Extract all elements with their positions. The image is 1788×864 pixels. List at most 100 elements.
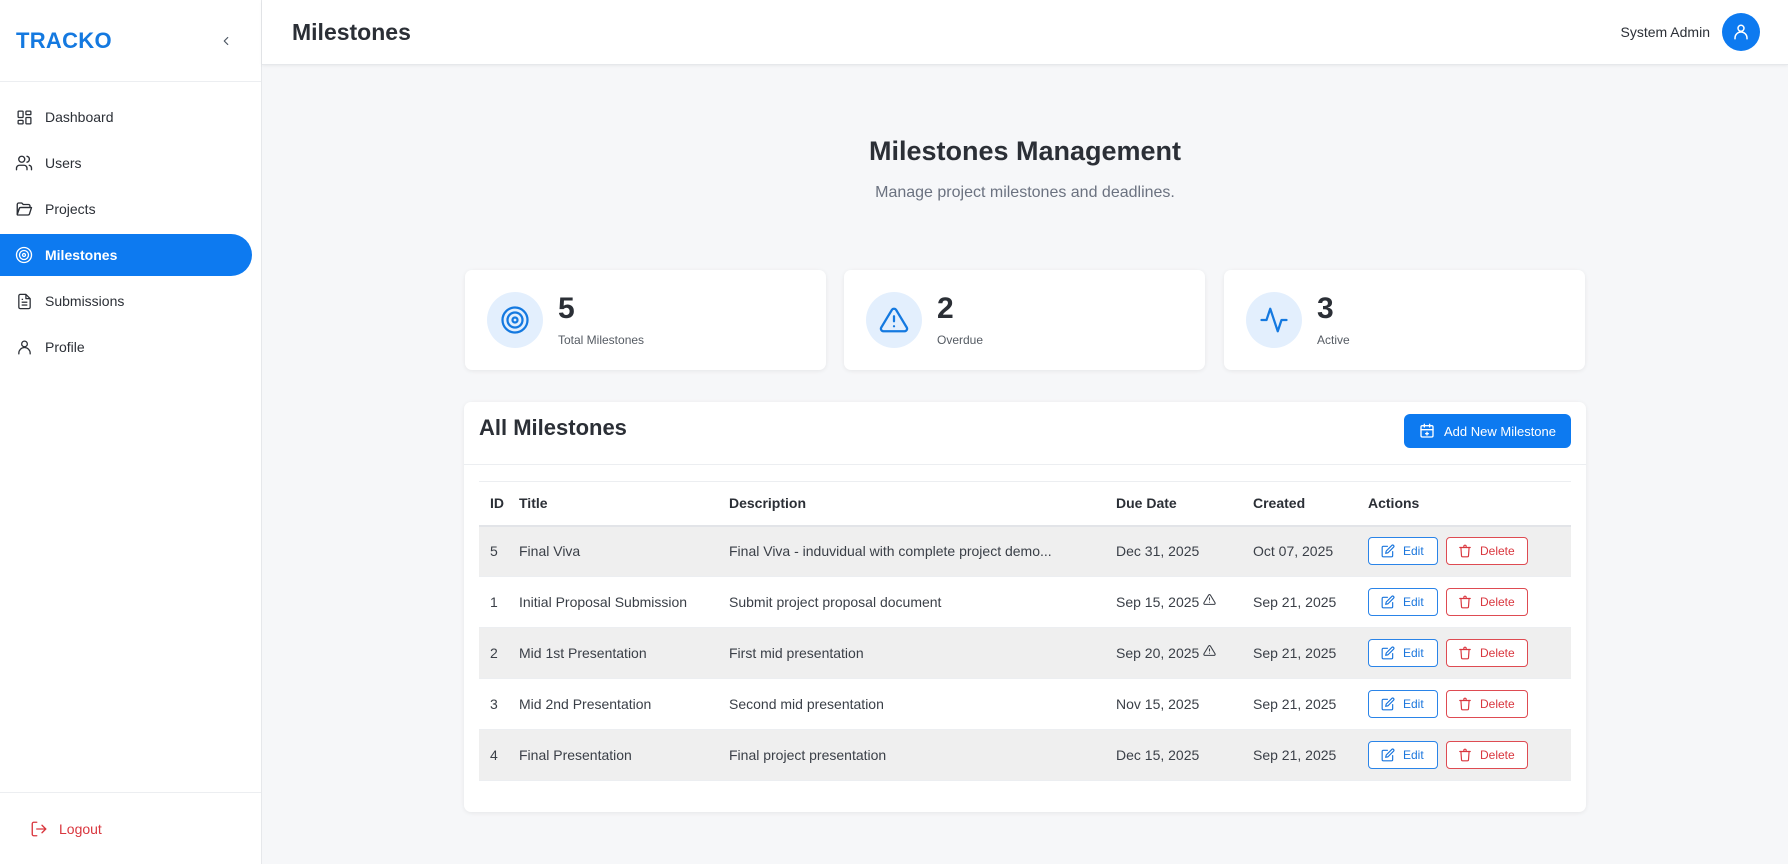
delete-button[interactable]: Delete bbox=[1446, 588, 1528, 616]
users-icon bbox=[15, 154, 33, 172]
logout-icon bbox=[30, 820, 48, 838]
delete-button[interactable]: Delete bbox=[1446, 741, 1528, 769]
edit-button[interactable]: Edit bbox=[1368, 639, 1438, 667]
sidebar-item-label: Profile bbox=[45, 339, 85, 355]
table-row: 2 Mid 1st Presentation First mid present… bbox=[479, 627, 1571, 679]
column-header-description[interactable]: Description bbox=[729, 481, 1116, 527]
cell-description: Final Viva - induvidual with complete pr… bbox=[729, 525, 1116, 577]
sidebar-footer: Logout bbox=[0, 792, 261, 864]
topbar: Milestones System Admin bbox=[262, 0, 1788, 65]
sidebar-item-projects[interactable]: Projects bbox=[0, 188, 252, 230]
sidebar-item-dashboard[interactable]: Dashboard bbox=[0, 96, 252, 138]
sidebar-item-label: Milestones bbox=[45, 247, 118, 263]
sidebar-item-label: Submissions bbox=[45, 293, 125, 309]
add-milestone-button[interactable]: Add New Milestone bbox=[1404, 414, 1571, 448]
user-menu[interactable]: System Admin bbox=[1621, 13, 1760, 51]
delete-button[interactable]: Delete bbox=[1446, 639, 1528, 667]
chevron-left-icon[interactable] bbox=[215, 30, 237, 52]
stat-value: 2 bbox=[937, 291, 954, 325]
folder-icon bbox=[15, 200, 33, 218]
delete-button[interactable]: Delete bbox=[1446, 537, 1528, 566]
due-date-text: Sep 15, 2025 bbox=[1116, 594, 1200, 610]
stat-label: Active bbox=[1317, 332, 1350, 347]
sidebar-item-milestones[interactable]: Milestones bbox=[0, 234, 252, 276]
stat-card-overdue: 2 Overdue bbox=[844, 270, 1205, 370]
edit-icon bbox=[1381, 595, 1395, 609]
trash-icon bbox=[1458, 544, 1472, 558]
user-icon bbox=[1734, 24, 1748, 40]
cell-title: Final Presentation bbox=[519, 729, 729, 781]
hero-subtitle: Manage project milestones and deadlines. bbox=[875, 184, 1175, 201]
cell-due-date: Sep 20, 2025 bbox=[1116, 627, 1253, 679]
sidebar-item-label: Users bbox=[45, 155, 82, 171]
cell-actions: Edit Delete bbox=[1368, 729, 1571, 781]
cell-title: Mid 1st Presentation bbox=[519, 627, 729, 679]
edit-icon bbox=[1381, 646, 1395, 660]
add-milestone-label: Add New Milestone bbox=[1444, 423, 1556, 439]
edit-icon bbox=[1381, 544, 1395, 558]
file-icon bbox=[15, 292, 33, 310]
edit-button[interactable]: Edit bbox=[1368, 537, 1438, 566]
card-header: All Milestones Add New Milestone bbox=[464, 402, 1586, 465]
cell-description: Second mid presentation bbox=[729, 678, 1116, 730]
stat-card-active: 3 Active bbox=[1224, 270, 1585, 370]
stat-label: Total Milestones bbox=[558, 332, 645, 347]
edit-label: Edit bbox=[1403, 748, 1424, 762]
avatar[interactable] bbox=[1722, 13, 1760, 51]
stat-label: Overdue bbox=[937, 332, 984, 347]
due-date-text: Sep 20, 2025 bbox=[1116, 645, 1200, 661]
milestones-table-card: All Milestones Add New Milestone ID Titl… bbox=[464, 402, 1586, 812]
column-header-actions: Actions bbox=[1368, 481, 1571, 527]
cell-actions: Edit Delete bbox=[1368, 678, 1571, 730]
due-date-text: Dec 15, 2025 bbox=[1116, 747, 1200, 763]
warning-icon bbox=[1203, 593, 1216, 606]
delete-label: Delete bbox=[1480, 748, 1515, 762]
cell-created: Sep 21, 2025 bbox=[1253, 627, 1368, 679]
cell-id: 2 bbox=[479, 627, 519, 679]
cell-id: 1 bbox=[479, 576, 519, 628]
delete-label: Delete bbox=[1480, 646, 1515, 660]
table-row: 3 Mid 2nd Presentation Second mid presen… bbox=[479, 678, 1571, 730]
column-header-id[interactable]: ID bbox=[479, 481, 519, 527]
edit-icon bbox=[1381, 748, 1395, 762]
dashboard-icon bbox=[15, 108, 33, 126]
edit-label: Edit bbox=[1403, 595, 1424, 609]
edit-button[interactable]: Edit bbox=[1368, 690, 1438, 718]
sidebar-item-profile[interactable]: Profile bbox=[0, 326, 252, 368]
logout-button[interactable]: Logout bbox=[30, 820, 102, 838]
table-row: 4 Final Presentation Final project prese… bbox=[479, 729, 1571, 781]
stat-value: 3 bbox=[1317, 291, 1334, 325]
card-title: All Milestones bbox=[479, 415, 627, 440]
brand-logo[interactable]: TRACKO bbox=[16, 28, 112, 54]
column-header-due-date[interactable]: Due Date bbox=[1116, 481, 1253, 527]
edit-button[interactable]: Edit bbox=[1368, 588, 1438, 616]
column-header-title[interactable]: Title bbox=[519, 481, 729, 527]
cell-due-date: Dec 15, 2025 bbox=[1116, 729, 1253, 781]
due-date-text: Dec 31, 2025 bbox=[1116, 543, 1200, 560]
milestones-table: ID Title Description Due Date Created Ac… bbox=[479, 481, 1571, 781]
trash-icon bbox=[1458, 595, 1472, 609]
cell-created: Oct 07, 2025 bbox=[1253, 525, 1368, 577]
trash-icon bbox=[1458, 748, 1472, 762]
cell-actions: Edit Delete bbox=[1368, 525, 1571, 577]
delete-label: Delete bbox=[1480, 544, 1515, 559]
stat-card-total: 5 Total Milestones bbox=[465, 270, 826, 370]
trash-icon bbox=[1458, 646, 1472, 660]
edit-label: Edit bbox=[1403, 544, 1424, 559]
edit-label: Edit bbox=[1403, 646, 1424, 660]
column-header-created[interactable]: Created bbox=[1253, 481, 1368, 527]
user-icon bbox=[15, 338, 33, 356]
cell-created: Sep 21, 2025 bbox=[1253, 729, 1368, 781]
delete-button[interactable]: Delete bbox=[1446, 690, 1528, 718]
delete-label: Delete bbox=[1480, 697, 1515, 711]
stat-value: 5 bbox=[558, 291, 575, 325]
cell-description: Submit project proposal document bbox=[729, 576, 1116, 628]
cell-id: 4 bbox=[479, 729, 519, 781]
hero-title: Milestones Management bbox=[868, 136, 1182, 166]
cell-actions: Edit Delete bbox=[1368, 576, 1571, 628]
cell-description: First mid presentation bbox=[729, 627, 1116, 679]
edit-button[interactable]: Edit bbox=[1368, 741, 1438, 769]
sidebar-item-submissions[interactable]: Submissions bbox=[0, 280, 252, 322]
cell-due-date: Dec 31, 2025 bbox=[1116, 525, 1253, 577]
sidebar-item-users[interactable]: Users bbox=[0, 142, 252, 184]
